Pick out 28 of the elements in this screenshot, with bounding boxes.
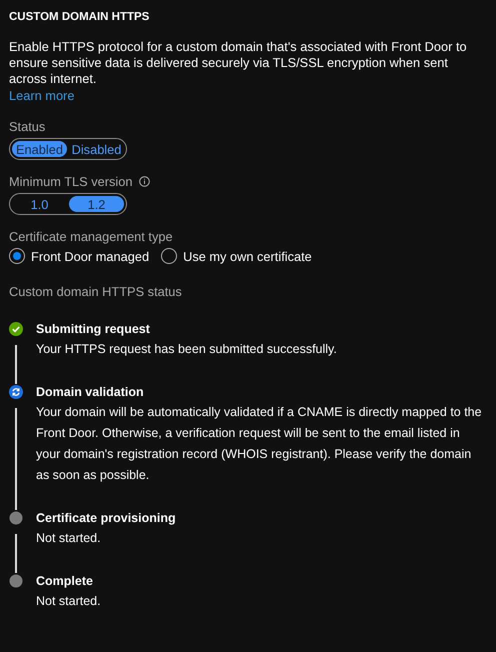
step-description: Your domain will be automatically validated if a CNAME is directly mapped to the Front Door. Otherwise, a verification request will be sent to the email listed in your domain's registration record (WHOIS registrant). Please verify the domain as soon as possible. xyxy=(36,404,483,484)
learn-more-link[interactable]: Learn more xyxy=(9,88,74,104)
section-title: CUSTOM DOMAIN HTTPS xyxy=(9,11,150,23)
field-label: Minimum TLS version xyxy=(9,174,133,189)
step-title: Complete xyxy=(36,573,94,589)
step-description: Not started. xyxy=(36,593,102,610)
radio-circle[interactable] xyxy=(161,248,178,264)
toggle-option[interactable]: Enabled xyxy=(12,141,67,157)
radio-circle[interactable] xyxy=(9,248,25,264)
description-text: Enable HTTPS protocol for a custom domain that's associated with Front Door to ensure sensitive data is delivered securely via TLS/SSL encryption when sent across internet. xyxy=(9,39,468,87)
radio-option[interactable]: Use my own certificate xyxy=(161,248,312,264)
field-label: Custom domain HTTPS status xyxy=(9,284,182,299)
check-icon xyxy=(9,322,23,336)
toggle-option[interactable]: 1.2 xyxy=(69,196,124,212)
pending-dot-icon xyxy=(9,511,23,525)
step-title: Submitting request xyxy=(36,321,151,337)
info-icon[interactable] xyxy=(138,176,150,187)
radio-option[interactable]: Front Door managed xyxy=(9,248,150,264)
field-label: Certificate management type xyxy=(9,229,173,244)
toggle-option[interactable]: 1.0 xyxy=(12,196,67,212)
sync-icon xyxy=(9,385,23,399)
field-label: Status xyxy=(9,119,46,134)
step-description: Not started. xyxy=(36,530,102,547)
toggle-option[interactable]: Disabled xyxy=(69,141,124,157)
step-title: Certificate provisioning xyxy=(36,510,177,526)
pending-dot-icon xyxy=(9,574,23,588)
step-description: Your HTTPS request has been submitted successfully. xyxy=(36,341,338,358)
step-title: Domain validation xyxy=(36,384,145,400)
